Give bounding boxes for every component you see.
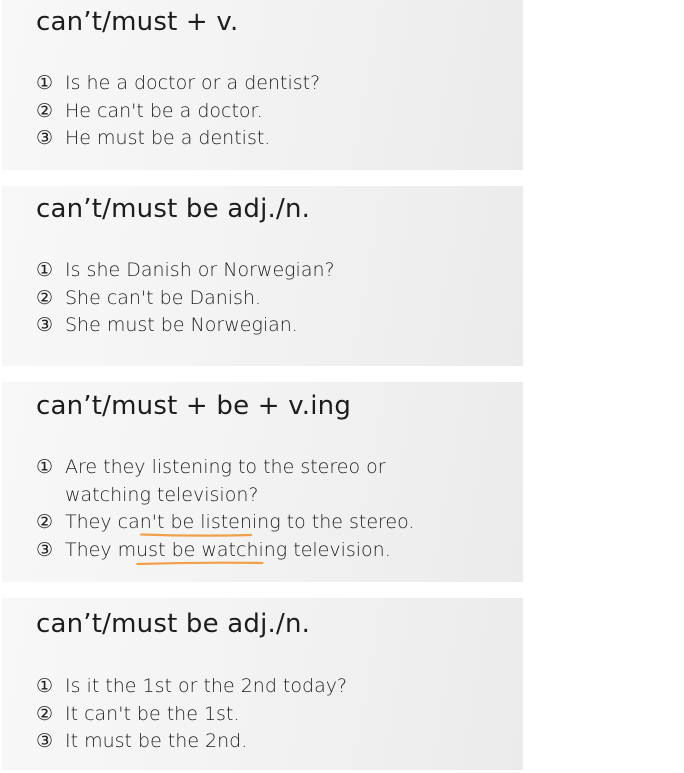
number-marker: ③ (36, 127, 54, 149)
number-marker: ① (36, 259, 54, 281)
number-marker: ③ (36, 314, 54, 336)
sentence-text-end: ng television. (263, 538, 391, 561)
number-marker: ② (36, 511, 54, 533)
sentence-line: ② He can't be a doctor. (36, 98, 320, 126)
sentence-text: They must be watchi ng television. (65, 537, 391, 565)
number-marker: ③ (36, 730, 54, 752)
card-modal-adjective: can’t/must be adj./n. ① Is she Danish or… (2, 186, 523, 366)
sentence-text: watching television? (65, 483, 259, 506)
sentence-line: ③ She must be Norwegian. (36, 312, 335, 340)
card-modal-continuous: can’t/must + be + v.ing ① Are they liste… (2, 382, 523, 582)
sentence-line: ② They can't be listen ing to the stereo. (36, 509, 414, 537)
number-marker: ② (36, 286, 54, 309)
highlighted-phrase: n't be listen (140, 511, 252, 533)
sentence-line: ① Is it the 1st or the 2nd today? (36, 673, 347, 701)
card-title: can’t/must be adj./n. (36, 609, 311, 639)
highlighted-phrase: ust be watchi (136, 539, 264, 561)
sentence-text: Is it the 1st or the 2nd today? (65, 675, 348, 697)
sentence-line: ① Is he a doctor or a dentist? (36, 70, 320, 98)
card-title: can’t/must be adj./n. (36, 194, 311, 224)
card-title: can’t/must + v. (36, 7, 239, 37)
sentence-text: It can't be the 1st. (65, 702, 240, 725)
card-modal-verbs: can’t/must + v. ① Is he a doctor or a de… (2, 0, 523, 170)
sentence-line: ① Is she Danish or Norwegian? (36, 257, 335, 285)
sentence-list: ① Is she Danish or Norwegian? ② She can'… (36, 257, 335, 340)
sentence-text-start: They ca (65, 511, 140, 533)
highlighted-text: ust be watchi (136, 538, 264, 561)
card-title: can’t/must + be + v.ing (36, 391, 352, 421)
sentence-text: She can't be Danish. (65, 286, 262, 309)
sentence-text: Is he a doctor or a dentist? (65, 72, 321, 94)
sentence-text-start: They m (65, 538, 137, 561)
sentence-list: ① Is he a doctor or a dentist? ② He can'… (36, 70, 320, 153)
sentence-line: ② It can't be the 1st. (36, 701, 347, 729)
number-marker: ① (36, 675, 54, 697)
sentence-text: He can't be a doctor. (65, 99, 263, 122)
sentence-text: It must be the 2nd. (65, 730, 248, 752)
number-marker: ① (36, 456, 54, 478)
sentence-continuation: watching television? (36, 482, 414, 510)
sentence-line: ③ It must be the 2nd. (36, 728, 347, 756)
sentence-text: They can't be listen ing to the stereo. (65, 509, 414, 537)
sentence-list: ① Is it the 1st or the 2nd today? ② It c… (36, 673, 347, 756)
sentence-text: She must be Norwegian. (65, 314, 298, 336)
sentence-list: ① Are they listening to the stereo or wa… (36, 454, 414, 564)
sentence-text: Are they listening to the stereo or (65, 456, 386, 478)
number-marker: ② (36, 99, 54, 122)
sentence-line: ② She can't be Danish. (36, 285, 335, 313)
sentence-line: ③ They must be watchi ng television. (36, 537, 414, 565)
number-marker: ① (36, 72, 54, 94)
orange-underline (136, 560, 264, 566)
sentence-line: ③ He must be a dentist. (36, 125, 320, 153)
card-modal-adjective-2: can’t/must be adj./n. ① Is it the 1st or… (2, 598, 523, 770)
sentence-text: He must be a dentist. (65, 127, 271, 149)
sentence-text-end: ing to the stereo. (251, 511, 415, 533)
highlighted-text: n't be listen (139, 511, 252, 533)
number-marker: ③ (36, 538, 54, 561)
sentence-text: Is she Danish or Norwegian? (65, 259, 335, 281)
number-marker: ② (36, 702, 54, 725)
sentence-line: ① Are they listening to the stereo or (36, 454, 414, 482)
